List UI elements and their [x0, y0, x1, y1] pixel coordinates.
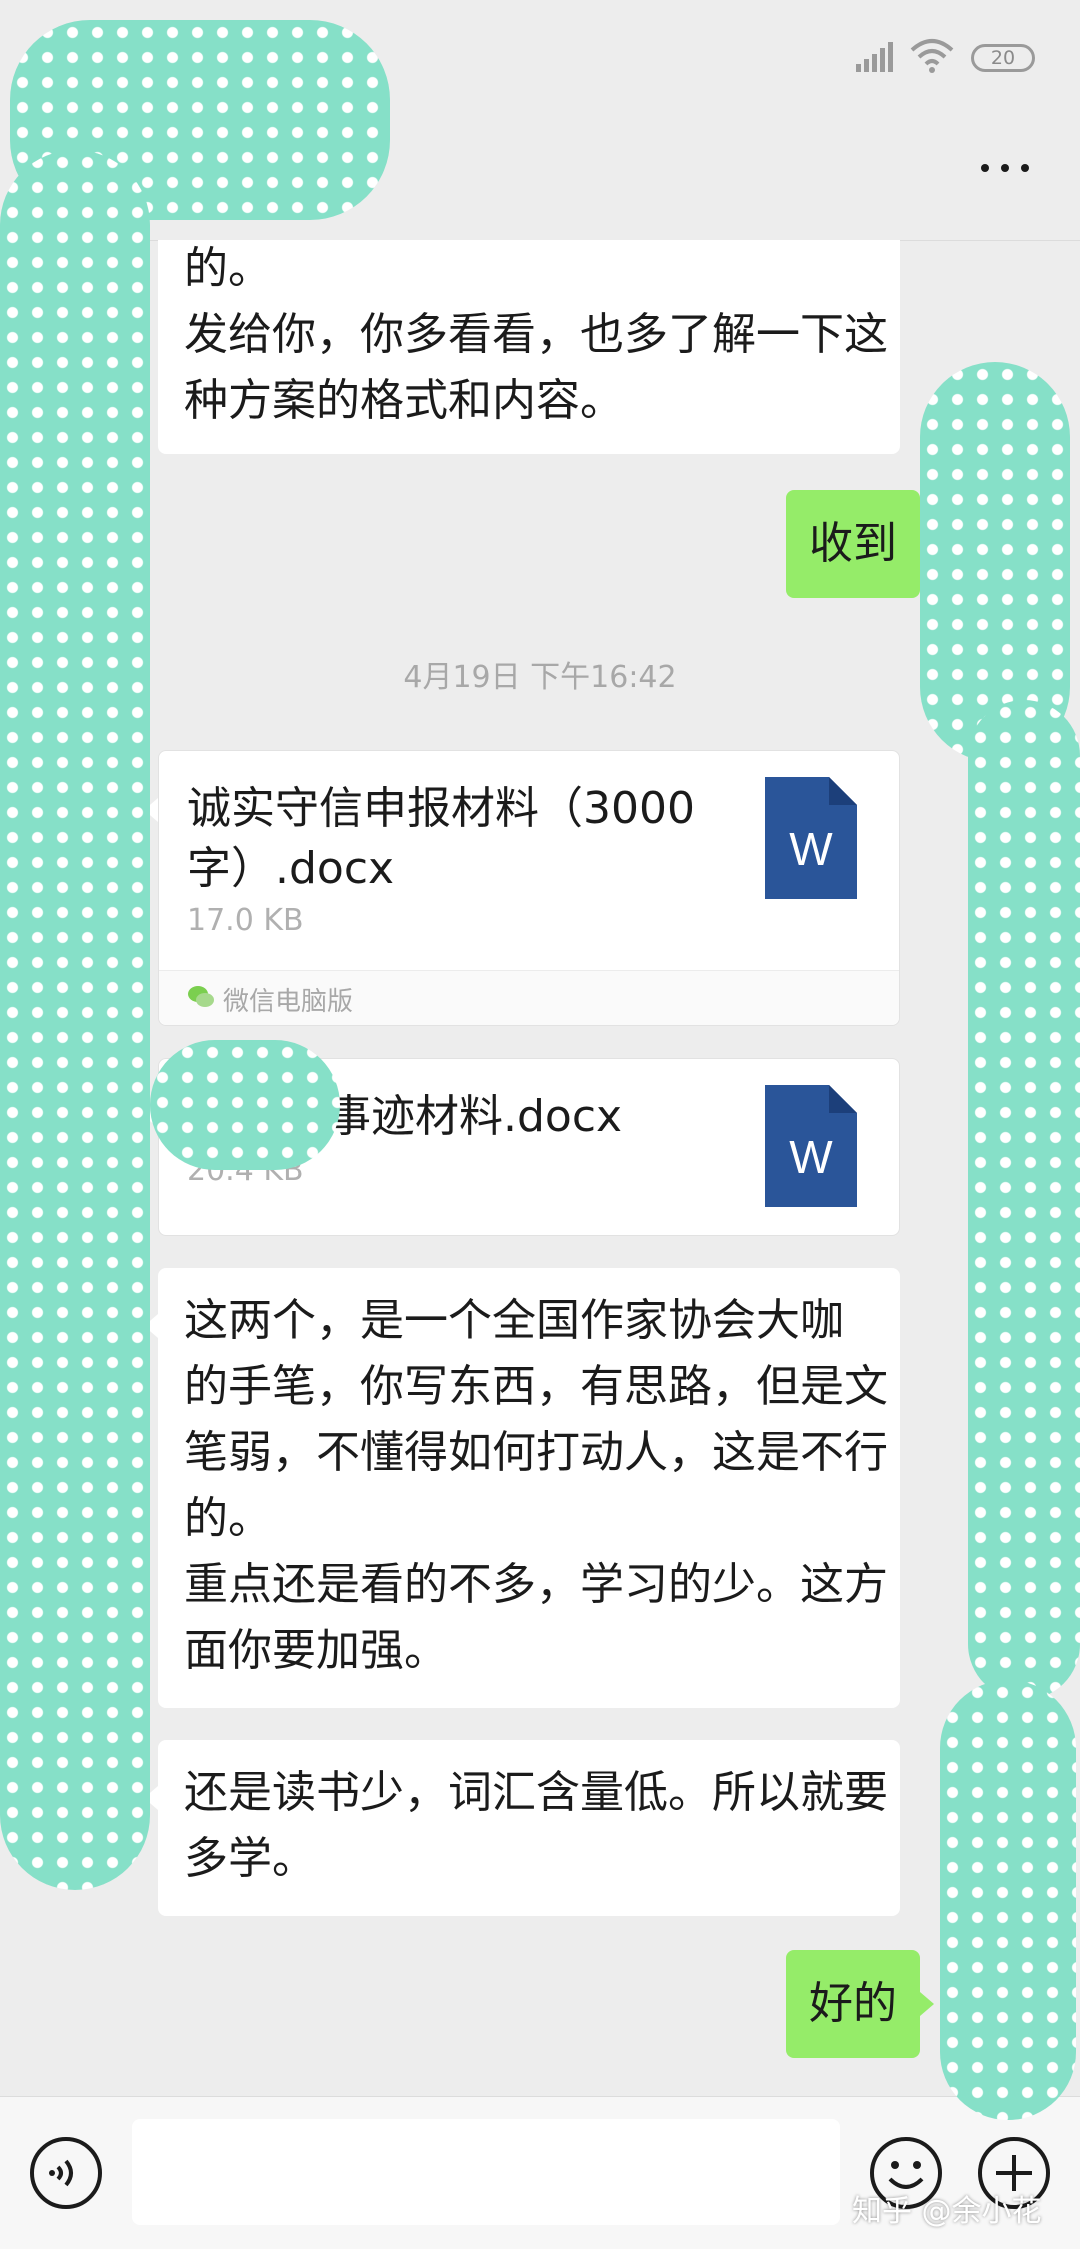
outgoing-message[interactable]: 收到: [786, 490, 920, 598]
message-line: 面你要加强。: [184, 1625, 448, 1676]
message-line: 这两个，是一个全国作家协会大咖: [184, 1295, 844, 1346]
file-source-label: 微信电脑版: [223, 987, 354, 1017]
file-message-card[interactable]: 诚实守信申报材料（3000 字）.docx 17.0 KB W 微信电脑版: [158, 750, 900, 1026]
incoming-message[interactable]: 还是读书少，词汇含量低。所以就要 多学。: [158, 1740, 900, 1916]
message-line: 发给你，你多看看，也多了解一下这: [184, 309, 888, 360]
message-line: 多学。: [184, 1833, 316, 1884]
message-line: 的手笔，你写东西，有思路，但是文: [184, 1361, 888, 1412]
message-text: 收到: [809, 518, 897, 569]
redaction-mark: [920, 362, 1070, 762]
file-name: 诚实守信申报材料（3000 字）.docx: [187, 783, 695, 894]
redaction-mark: [968, 700, 1080, 1700]
svg-text:W: W: [789, 823, 833, 875]
file-source-footer: 微信电脑版: [159, 970, 899, 1025]
outgoing-message[interactable]: 好的: [786, 1950, 920, 2058]
wechat-icon: [188, 986, 214, 1007]
redaction-mark: [0, 150, 150, 1890]
message-line: 种方案的格式和内容。: [184, 375, 624, 426]
message-list[interactable]: 的。 发给你，你多看看，也多了解一下这 种方案的格式和内容。 收到 4月19日 …: [0, 240, 1080, 2096]
message-line: 的。: [184, 1493, 272, 1544]
message-text: 好的: [809, 1978, 897, 2029]
message-line: 还是读书少，词汇含量低。所以就要: [184, 1767, 888, 1818]
timestamp: 4月19日 下午16:42: [403, 660, 677, 695]
more-dots-icon[interactable]: [975, 148, 1035, 188]
voice-input-icon[interactable]: [28, 2135, 104, 2211]
word-doc-icon: W: [765, 777, 857, 899]
message-input[interactable]: [132, 2119, 840, 2225]
wifi-icon: [910, 39, 954, 73]
svg-text:W: W: [789, 1131, 833, 1183]
file-size: 17.0 KB: [187, 903, 304, 938]
signal-icon: [856, 42, 893, 72]
redaction-mark: [150, 1040, 340, 1170]
redaction-mark: [940, 1680, 1076, 2120]
battery-icon: 20: [971, 44, 1035, 72]
word-doc-icon: W: [765, 1085, 857, 1207]
incoming-message[interactable]: 这两个，是一个全国作家协会大咖 的手笔，你写东西，有思路，但是文 笔弱，不懂得如…: [158, 1268, 900, 1708]
message-line: 的。: [184, 243, 272, 294]
incoming-message[interactable]: 的。 发给你，你多看看，也多了解一下这 种方案的格式和内容。: [158, 240, 900, 454]
message-line: 笔弱，不懂得如何打动人，这是不行: [184, 1427, 888, 1478]
message-line: 重点还是看的不多，学习的少。这方: [184, 1559, 888, 1610]
watermark: 知乎 @余小花: [852, 2194, 1042, 2229]
bubble-tail: [920, 1992, 934, 2016]
